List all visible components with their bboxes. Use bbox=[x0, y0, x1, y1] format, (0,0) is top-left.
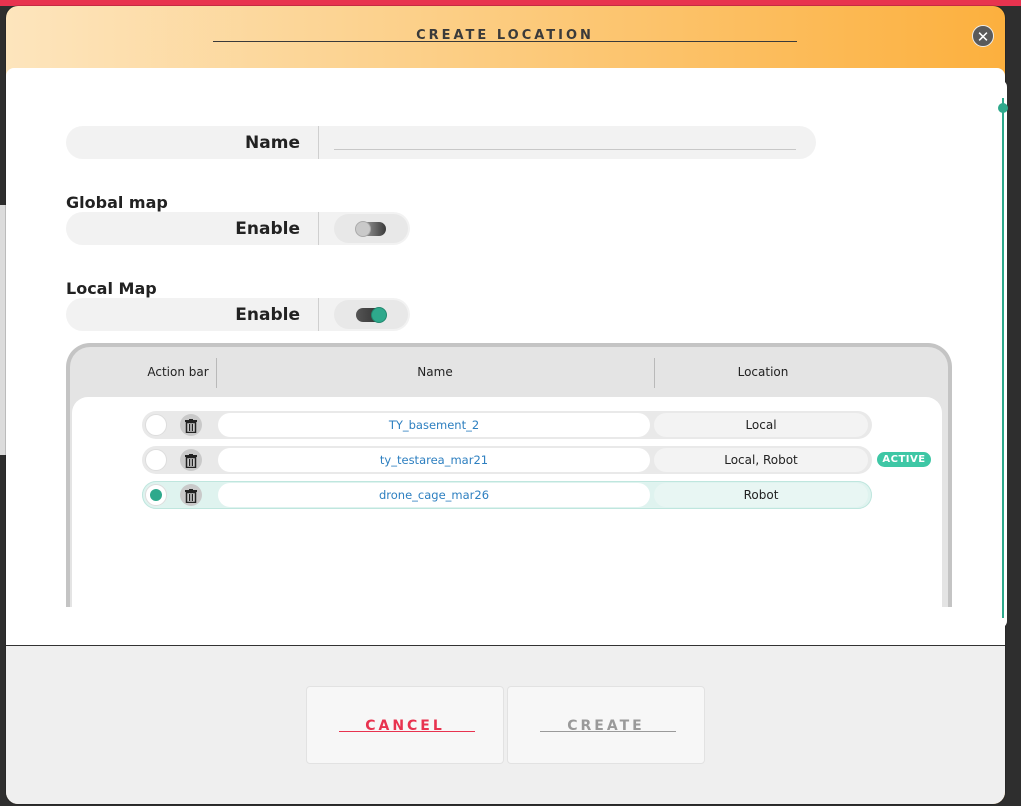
table-body: TY_basement_2 Local ty_testarea_mar21 Lo… bbox=[72, 397, 942, 607]
local-map-toggle[interactable] bbox=[356, 307, 387, 323]
global-map-enable-row: Enable bbox=[66, 212, 410, 245]
global-map-toggle[interactable] bbox=[355, 221, 386, 237]
local-map-enable-label: Enable bbox=[235, 305, 300, 325]
trash-icon[interactable] bbox=[180, 414, 202, 436]
header-divider bbox=[654, 358, 655, 388]
name-input[interactable] bbox=[334, 149, 796, 150]
header-action-bar: Action bar bbox=[147, 365, 209, 379]
cancel-underline bbox=[339, 731, 475, 732]
locations-table: Action bar Name Location TY_basement_2 L… bbox=[66, 343, 952, 607]
scrollbar-track[interactable] bbox=[993, 80, 1007, 628]
row-name-link[interactable]: TY_basement_2 bbox=[218, 413, 650, 437]
row-select-radio[interactable] bbox=[145, 414, 167, 436]
create-button[interactable]: CREATE bbox=[507, 686, 705, 764]
header-divider bbox=[216, 358, 217, 388]
global-map-enable-label: Enable bbox=[235, 219, 300, 239]
divider bbox=[318, 126, 319, 159]
table-row[interactable]: TY_basement_2 Local bbox=[142, 411, 872, 439]
local-map-toggle-wrap bbox=[334, 300, 408, 329]
header-location: Location bbox=[737, 365, 789, 379]
global-map-title: Global map bbox=[66, 193, 168, 212]
table-row[interactable]: ty_testarea_mar21 Local, Robot bbox=[142, 446, 872, 474]
create-location-modal: CREATE LOCATION ✕ Name Global map Enable… bbox=[6, 6, 1005, 804]
row-location: Robot bbox=[654, 483, 868, 507]
local-map-title: Local Map bbox=[66, 279, 157, 298]
create-underline bbox=[540, 731, 676, 732]
scrollbar-line bbox=[1002, 98, 1004, 618]
cancel-button[interactable]: CANCEL bbox=[306, 686, 504, 764]
scrollbar-thumb[interactable] bbox=[998, 103, 1008, 113]
name-label: Name bbox=[245, 133, 300, 153]
row-select-radio[interactable] bbox=[145, 484, 167, 506]
active-badge: ACTIVE bbox=[877, 452, 931, 467]
modal-footer: CANCEL CREATE bbox=[6, 645, 1005, 804]
name-row: Name bbox=[66, 126, 816, 159]
close-icon[interactable]: ✕ bbox=[972, 25, 994, 47]
row-location: Local bbox=[654, 413, 868, 437]
trash-icon[interactable] bbox=[180, 484, 202, 506]
row-name-link[interactable]: drone_cage_mar26 bbox=[218, 483, 650, 507]
trash-icon[interactable] bbox=[180, 449, 202, 471]
modal-content: Name Global map Enable Local Map Enable … bbox=[6, 68, 1005, 645]
modal-title: CREATE LOCATION bbox=[416, 28, 594, 43]
local-map-enable-row: Enable bbox=[66, 298, 410, 331]
divider bbox=[318, 298, 319, 331]
header-name: Name bbox=[417, 365, 453, 379]
global-map-toggle-wrap bbox=[334, 214, 408, 243]
row-location: Local, Robot bbox=[654, 448, 868, 472]
row-select-radio[interactable] bbox=[145, 449, 167, 471]
divider bbox=[318, 212, 319, 245]
table-row[interactable]: drone_cage_mar26 Robot bbox=[142, 481, 872, 509]
row-name-link[interactable]: ty_testarea_mar21 bbox=[218, 448, 650, 472]
